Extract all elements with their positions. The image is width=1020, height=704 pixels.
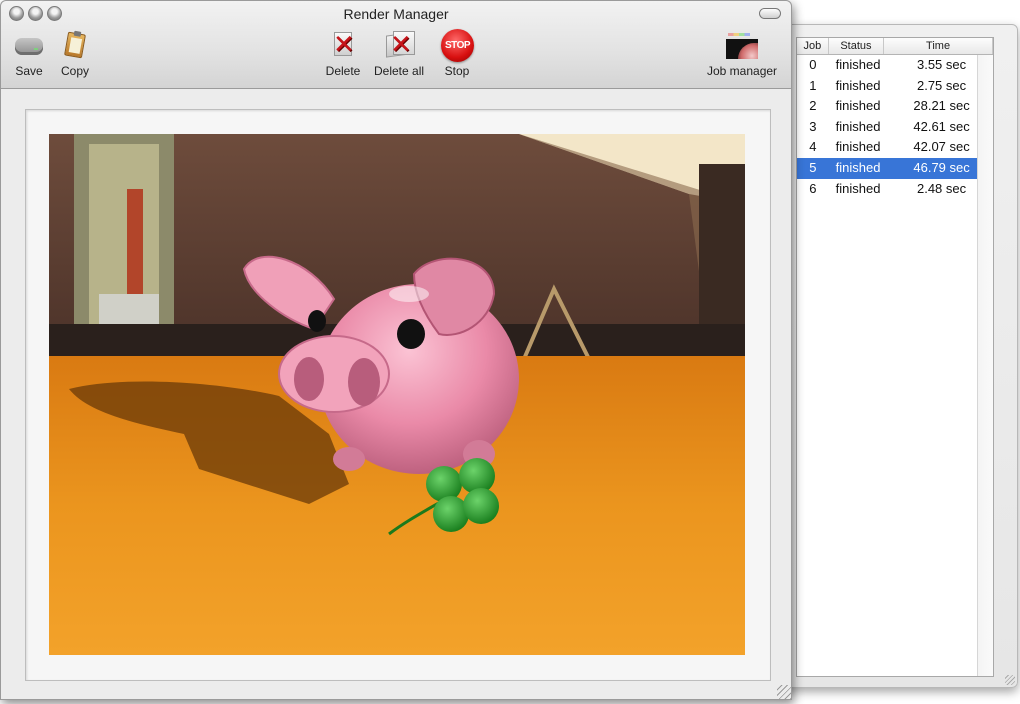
delete-all-label: Delete all [374,64,425,78]
job-id: 3 [809,118,817,134]
delete-button[interactable]: ✕ Delete [325,28,361,78]
job-manager-button[interactable]: Job manager [707,28,777,78]
job-table: Job Status Time 0 finished 3.55 sec 1 fi… [796,37,994,677]
stop-button[interactable]: STOP Stop [439,28,475,78]
job-row[interactable]: 2 finished 28.21 sec [797,96,993,117]
job-row[interactable]: 3 finished 42.61 sec [797,117,993,138]
job-status: finished [835,77,881,93]
job-table-body: 0 finished 3.55 sec 1 finished 2.75 sec … [797,55,993,199]
delete-all-button[interactable]: ✕ Delete all [374,28,424,78]
render-preview-image [49,134,745,655]
column-header-job[interactable]: Job [797,38,829,54]
job-row[interactable]: 1 finished 2.75 sec [797,76,993,97]
job-table-header: Job Status Time [797,38,993,55]
delete-label: Delete [325,64,361,78]
render-manager-window: Render Manager Save Copy ✕ Delete ✕ Dele… [0,0,792,700]
delete-icon: ✕ [333,29,355,59]
column-header-status[interactable]: Status [829,38,885,54]
toolbar-toggle-button[interactable] [759,8,781,19]
save-button[interactable]: Save [11,28,47,78]
save-label: Save [15,64,43,78]
job-id: 0 [809,57,817,72]
window-title: Render Manager [343,6,449,22]
copy-button[interactable]: Copy [57,28,93,78]
stop-label: Stop [444,64,470,78]
job-row[interactable]: 0 finished 3.55 sec [797,55,993,76]
disk-icon [11,28,47,62]
job-manager-label: Job manager [707,64,778,78]
job-status: finished [835,139,881,155]
job-id: 2 [809,98,817,114]
resize-grip[interactable] [1005,675,1015,685]
job-status: finished [835,98,881,114]
title-toolbar: Render Manager Save Copy ✕ Delete ✕ Dele… [1,1,791,89]
clipboard-icon [57,28,93,62]
job-row-selected[interactable]: 5 finished 46.79 sec [797,157,993,179]
job-status: finished [835,159,881,175]
job-manager-window: Job Status Time 0 finished 3.55 sec 1 fi… [776,24,1018,688]
job-id: 5 [809,159,817,175]
job-manager-icon [724,28,760,62]
job-status: finished [835,57,881,72]
job-id: 4 [809,139,817,155]
delete-all-icon: ✕ [381,28,417,62]
vertical-scrollbar[interactable] [977,55,993,676]
column-header-time[interactable]: Time [884,38,993,54]
job-status: finished [835,180,881,196]
copy-label: Copy [60,64,89,78]
job-row[interactable]: 6 finished 2.48 sec [797,179,993,200]
job-row[interactable]: 4 finished 42.07 sec [797,137,993,158]
rendered-scene [49,134,745,655]
stop-sign-icon: STOP [439,28,475,62]
job-id: 1 [809,77,817,93]
job-status: finished [835,118,881,134]
resize-grip[interactable] [777,685,791,699]
job-id: 6 [809,180,817,196]
